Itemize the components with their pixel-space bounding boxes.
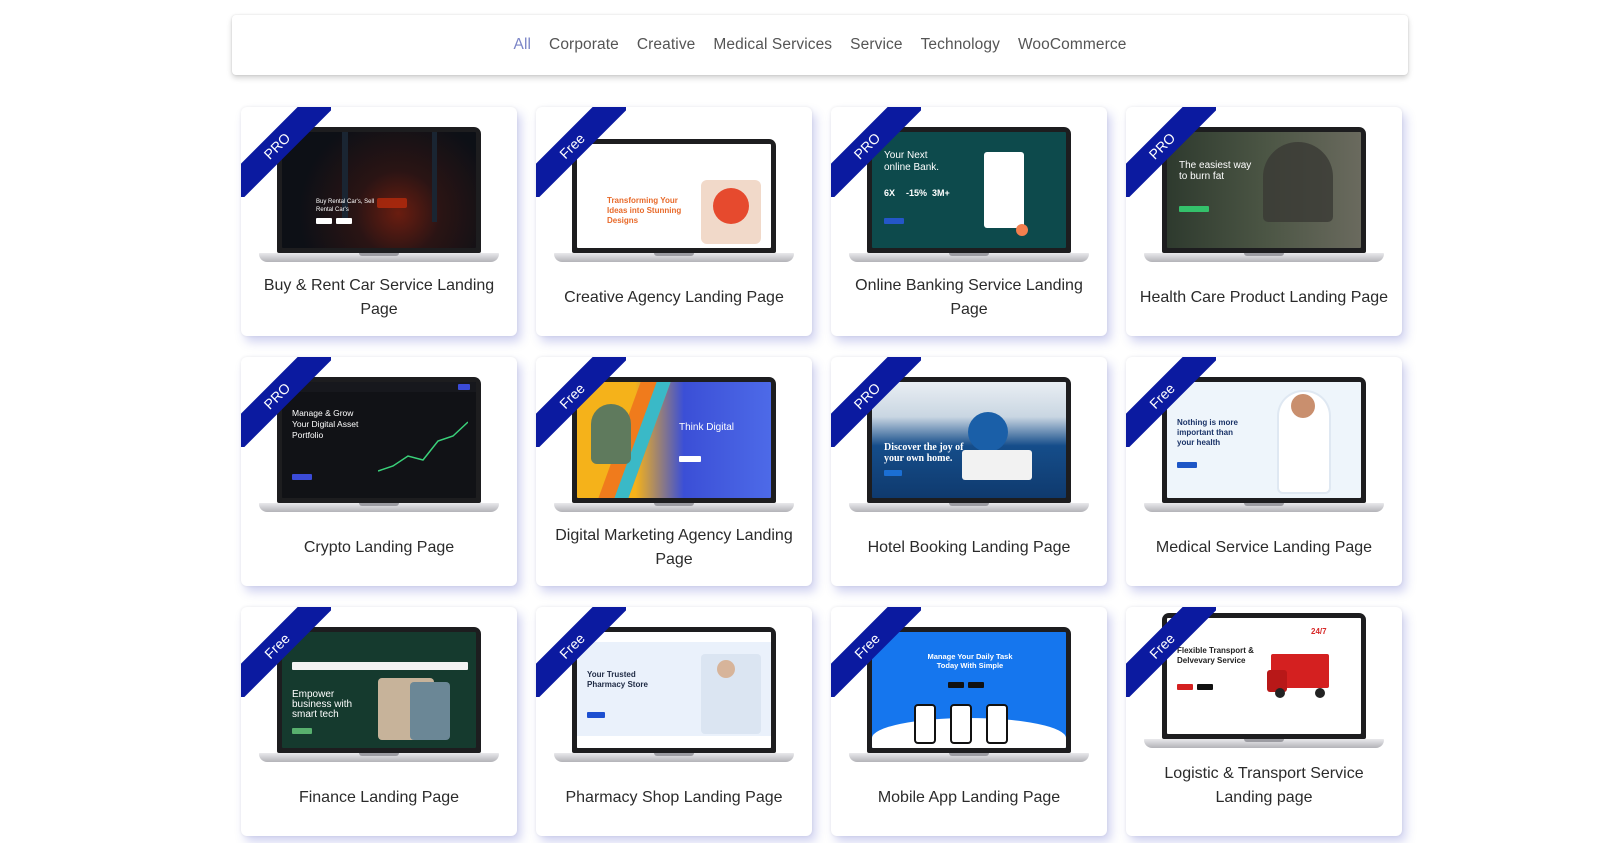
- template-card[interactable]: Free Think Digital Digital Marketing Age…: [536, 357, 812, 586]
- filter-all[interactable]: All: [514, 36, 532, 54]
- card-title: Finance Landing Page: [298, 789, 460, 806]
- pro-badge: PRO: [1126, 107, 1216, 197]
- filter-medical-services[interactable]: Medical Services: [713, 36, 832, 54]
- free-badge: Free: [536, 357, 626, 447]
- card-title: Medical Service Landing Page: [1155, 539, 1373, 556]
- free-badge: Free: [536, 107, 626, 197]
- free-badge: Free: [241, 607, 331, 697]
- filter-service[interactable]: Service: [850, 36, 902, 54]
- template-grid: PRO Buy Rental Car's, Sell Rental Car's …: [241, 107, 1402, 836]
- card-title: Logistic & Transport Service Landing pag…: [1164, 765, 1364, 806]
- free-badge: Free: [1126, 357, 1216, 447]
- template-card[interactable]: PRO Your Next online Bank. 6X -15% 3M+ O…: [831, 107, 1107, 336]
- template-card[interactable]: PRO Discover the joy of your own home. H…: [831, 357, 1107, 586]
- filter-technology[interactable]: Technology: [921, 36, 1000, 54]
- free-badge: Free: [831, 607, 921, 697]
- free-badge: Free: [1126, 607, 1216, 697]
- template-card[interactable]: Free Your Trusted Pharmacy Store Pharmac…: [536, 607, 812, 836]
- filter-woocommerce[interactable]: WooCommerce: [1018, 36, 1126, 54]
- card-title: Digital Marketing Agency Landing Page: [555, 527, 793, 568]
- template-card[interactable]: Free Empower business with smart tech Fi…: [241, 607, 517, 836]
- card-title: Creative Agency Landing Page: [564, 289, 784, 306]
- category-filter-bar: All Corporate Creative Medical Services …: [232, 15, 1408, 75]
- card-title: Hotel Booking Landing Page: [867, 539, 1071, 556]
- template-card[interactable]: Free Manage Your Daily Task Today With S…: [831, 607, 1107, 836]
- card-title: Mobile App Landing Page: [877, 789, 1061, 806]
- template-card[interactable]: PRO Buy Rental Car's, Sell Rental Car's …: [241, 107, 517, 336]
- crypto-chart-graphic: [378, 421, 468, 472]
- filter-creative[interactable]: Creative: [637, 36, 696, 54]
- card-title: Online Banking Service Landing Page: [855, 277, 1083, 318]
- pro-badge: PRO: [831, 107, 921, 197]
- card-title: Pharmacy Shop Landing Page: [565, 789, 783, 806]
- card-title: Buy & Rent Car Service Landing Page: [263, 277, 495, 318]
- template-card[interactable]: PRO Manage & Grow Your Digital Asset Por…: [241, 357, 517, 586]
- card-title: Crypto Landing Page: [303, 539, 455, 556]
- pro-badge: PRO: [241, 107, 331, 197]
- preview-headline: Transforming Your Ideas into Stunning De…: [607, 196, 682, 225]
- preview-headline: Manage Your Daily Task Today With Simple: [927, 652, 1013, 670]
- template-card[interactable]: Free Flexible Transport & Delvevary Serv…: [1126, 607, 1402, 836]
- template-card[interactable]: PRO The easiest way to burn fat Health C…: [1126, 107, 1402, 336]
- pro-badge: PRO: [831, 357, 921, 447]
- filter-corporate[interactable]: Corporate: [549, 36, 619, 54]
- preview-headline: Buy Rental Car's, Sell Rental Car's: [316, 199, 375, 213]
- preview-tag: 24/7: [1311, 627, 1327, 636]
- pro-badge: PRO: [241, 357, 331, 447]
- template-card[interactable]: Free Transforming Your Ideas into Stunni…: [536, 107, 812, 336]
- free-badge: Free: [536, 607, 626, 697]
- preview-headline: Think Digital: [679, 422, 735, 433]
- template-card[interactable]: Free Nothing is more important than your…: [1126, 357, 1402, 586]
- card-title: Health Care Product Landing Page: [1139, 289, 1389, 306]
